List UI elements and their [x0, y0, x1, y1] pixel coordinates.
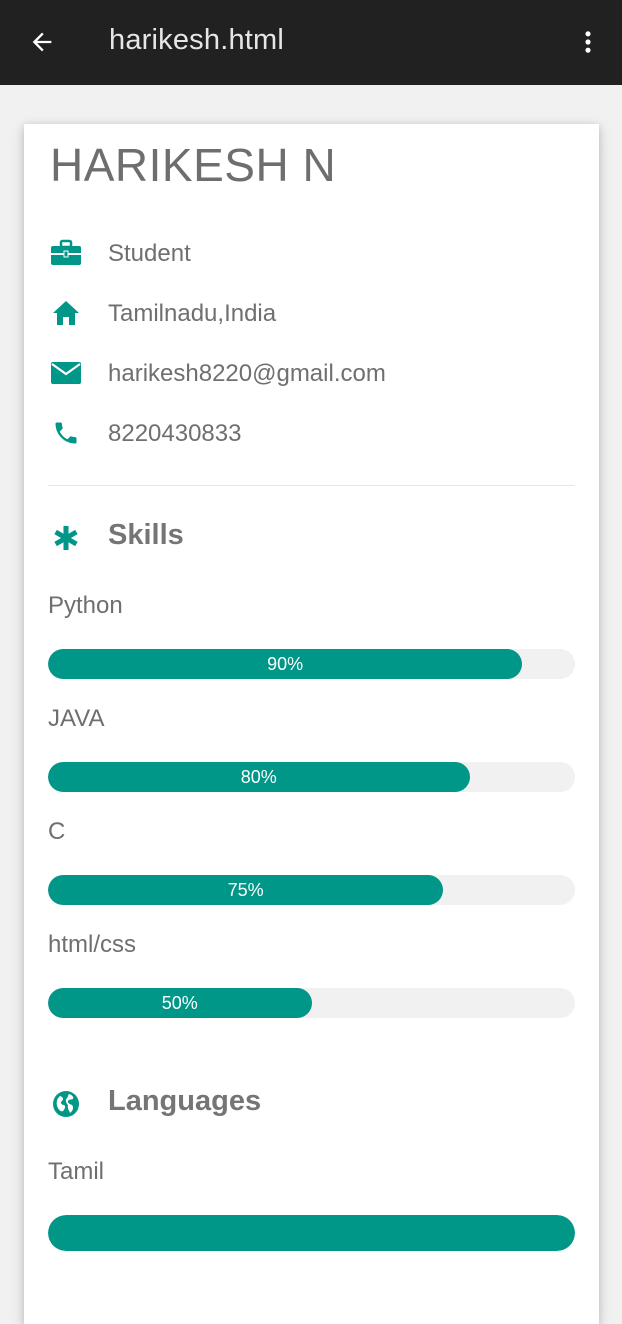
- email-text[interactable]: harikesh8220@gmail.com: [108, 360, 386, 388]
- page-title: harikesh.html: [109, 24, 285, 56]
- profile-name: HARIKESH N: [50, 139, 337, 191]
- globe-icon: [48, 1088, 84, 1120]
- briefcase-icon: [48, 238, 84, 268]
- skill-progress-fill: 75%: [48, 875, 444, 905]
- skill-label: JAVA: [48, 705, 105, 732]
- info-row-email: harikesh8220@gmail.com: [48, 354, 568, 394]
- divider: [48, 485, 575, 486]
- overflow-menu-button[interactable]: [568, 22, 608, 62]
- location-text: Tamilnadu,India: [108, 300, 277, 327]
- skill-progress-fill: 50%: [48, 988, 312, 1018]
- language-label: Tamil: [48, 1158, 105, 1185]
- phone-text[interactable]: 8220430833: [108, 420, 241, 448]
- occupation-text: Student: [108, 240, 191, 267]
- language-progress-track: [48, 1215, 575, 1251]
- skills-heading: Skills: [48, 518, 568, 558]
- app-bar: harikesh.html: [0, 0, 622, 85]
- info-row-occupation: Student: [48, 234, 568, 274]
- skill-progress-track: 80%: [48, 762, 575, 792]
- asterisk-icon: [48, 522, 84, 554]
- info-row-location: Tamilnadu,India: [48, 294, 568, 334]
- languages-heading-text: Languages: [108, 1085, 262, 1117]
- more-vertical-icon: [585, 31, 591, 53]
- skill-progress-track: 90%: [48, 649, 575, 679]
- skill-label: html/css: [48, 931, 137, 958]
- skills-heading-text: Skills: [108, 519, 184, 551]
- languages-heading: Languages: [48, 1084, 568, 1124]
- skill-progress-fill: 80%: [48, 762, 470, 792]
- skill-progress-fill: 90%: [48, 649, 523, 679]
- language-progress-fill: [48, 1215, 575, 1251]
- skill-progress-track: 75%: [48, 875, 575, 905]
- envelope-icon: [48, 358, 84, 388]
- skill-label: C: [48, 818, 66, 845]
- arrow-left-icon: [32, 32, 52, 52]
- phone-icon: [48, 418, 84, 448]
- home-icon: [48, 298, 84, 328]
- resume-card: HARIKESH N Student Tamilnadu,India harik…: [24, 124, 599, 1324]
- skill-label: Python: [48, 592, 123, 619]
- back-button[interactable]: [22, 22, 62, 62]
- info-row-phone: 8220430833: [48, 414, 568, 454]
- skill-progress-track: 50%: [48, 988, 575, 1018]
